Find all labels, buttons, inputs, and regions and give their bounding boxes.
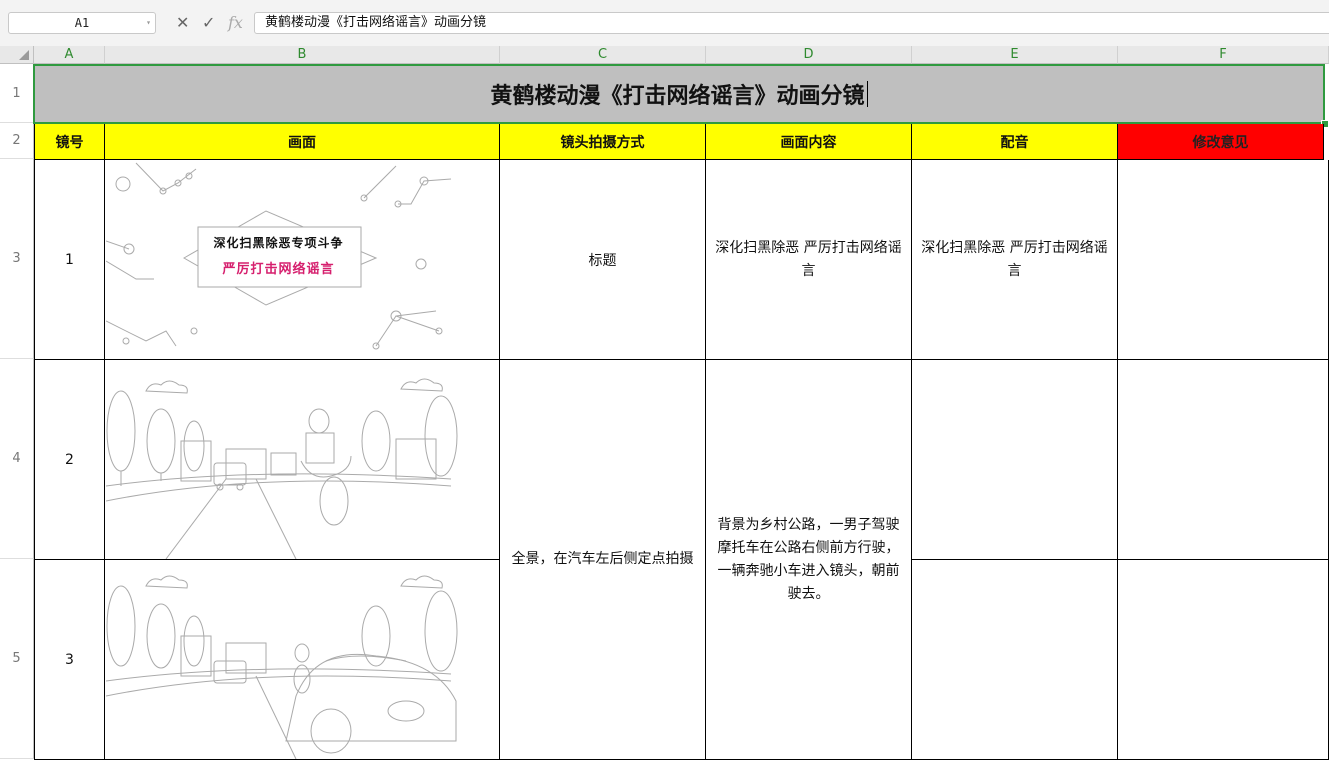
dubbing-2[interactable] — [912, 360, 1118, 560]
column-header-d[interactable]: D — [706, 46, 912, 64]
sheet-title: 黄鹤楼动漫《打击网络谣言》动画分镜 — [490, 84, 865, 109]
header-revision[interactable]: 修改意见 — [1118, 124, 1324, 160]
header-dubbing[interactable]: 配音 — [912, 124, 1118, 160]
revision-2[interactable] — [1118, 360, 1329, 560]
column-header-e[interactable]: E — [912, 46, 1118, 64]
column-header-f[interactable]: F — [1118, 46, 1329, 64]
formula-input[interactable]: 黄鹤楼动漫《打击网络谣言》动画分镜 — [254, 12, 1329, 34]
shot-no-3[interactable]: 3 — [34, 560, 105, 760]
formula-bar: A1 ▾ ✕ ✓ fx 黄鹤楼动漫《打击网络谣言》动画分镜 — [0, 0, 1329, 46]
row-header-4[interactable]: 4 — [0, 359, 34, 559]
revision-1[interactable] — [1118, 160, 1329, 360]
camera-2-3[interactable]: 全景，在汽车左后侧定点拍摄 — [500, 360, 706, 760]
fx-icon[interactable]: fx — [228, 13, 243, 33]
text-cursor — [866, 81, 868, 107]
dubbing-3[interactable] — [912, 560, 1118, 760]
row-header-1[interactable]: 1 — [0, 64, 34, 123]
close-icon[interactable]: ✕ — [176, 13, 189, 33]
road-scene-sketch — [105, 378, 457, 559]
shot-no-1[interactable]: 1 — [34, 160, 105, 360]
column-header-c[interactable]: C — [500, 46, 706, 64]
row-header-2[interactable]: 2 — [0, 123, 34, 159]
check-icon[interactable]: ✓ — [202, 13, 215, 33]
corner-triangle-icon — [19, 50, 29, 60]
revision-3[interactable] — [1118, 560, 1329, 760]
row-header-5[interactable]: 5 — [0, 559, 34, 759]
content-1[interactable]: 深化扫黑除恶 严厉打击网络谣言 — [706, 160, 912, 360]
frame-image-1[interactable]: 深化扫黑除恶专项斗争 严厉打击网络谣言 — [105, 160, 500, 360]
chevron-down-icon[interactable]: ▾ — [146, 13, 151, 33]
column-header-a[interactable]: A — [34, 46, 105, 64]
select-all-corner[interactable] — [0, 46, 34, 64]
dubbing-1[interactable]: 深化扫黑除恶 严厉打击网络谣言 — [912, 160, 1118, 360]
content-2-3[interactable]: 背景为乡村公路，一男子驾驶摩托车在公路右侧前方行驶，一辆奔驰小车进入镜头，朝前驶… — [706, 360, 912, 760]
name-box[interactable]: A1 ▾ — [8, 12, 156, 34]
title-cell[interactable]: 黄鹤楼动漫《打击网络谣言》动画分镜 — [33, 64, 1325, 124]
header-frame[interactable]: 画面 — [105, 124, 500, 160]
frame-image-3[interactable] — [105, 560, 500, 760]
banner-line-1: 深化扫黑除恶专项斗争 — [213, 236, 344, 250]
banner-line-2: 严厉打击网络谣言 — [222, 262, 335, 277]
header-shot-no[interactable]: 镜号 — [34, 124, 105, 160]
name-box-value: A1 — [74, 16, 90, 30]
header-content[interactable]: 画面内容 — [706, 124, 912, 160]
shot-no-2[interactable]: 2 — [34, 360, 105, 560]
road-car-scene-sketch — [105, 575, 457, 759]
camera-1[interactable]: 标题 — [500, 160, 706, 360]
frame-image-2[interactable] — [105, 360, 500, 560]
header-camera[interactable]: 镜头拍摄方式 — [500, 124, 706, 160]
row-header-3[interactable]: 3 — [0, 159, 34, 359]
column-header-b[interactable]: B — [105, 46, 500, 64]
